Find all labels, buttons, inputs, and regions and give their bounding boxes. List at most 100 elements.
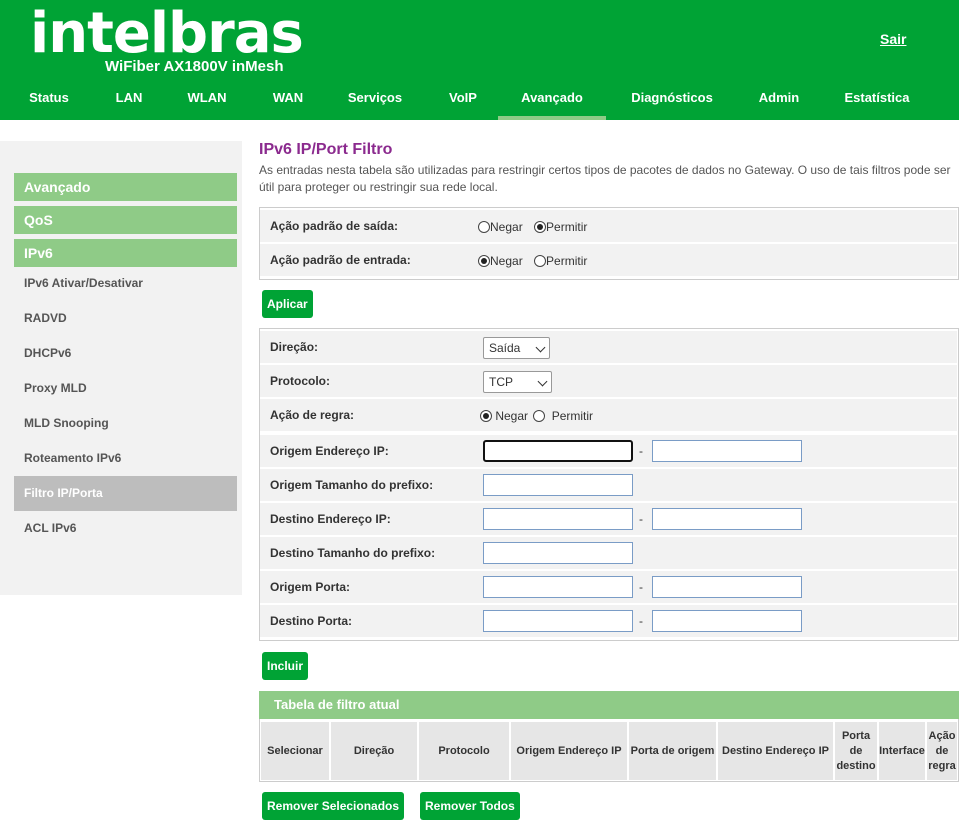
- dst-ip-end-input[interactable]: [652, 508, 802, 530]
- dst-prefix-row: Destino Tamanho do prefixo:: [260, 537, 957, 569]
- dst-ip-row: Destino Endereço IP: -: [260, 503, 957, 535]
- sidebar-group-avancado[interactable]: Avançado: [14, 173, 237, 201]
- apply-button[interactable]: Aplicar: [262, 290, 313, 318]
- sidebar-item-dhcpv6[interactable]: DHCPv6: [14, 336, 237, 371]
- protocol-select-value: TCP: [489, 375, 513, 389]
- src-port-row: Origem Porta: -: [260, 571, 957, 603]
- nav-avancado[interactable]: Avançado: [498, 82, 606, 120]
- nav-wan[interactable]: WAN: [254, 82, 322, 120]
- protocol-select[interactable]: TCP: [483, 371, 552, 393]
- brand-logo: intelbras: [30, 1, 304, 66]
- sidebar: Avançado QoS IPv6 IPv6 Ativar/Desativar …: [0, 141, 242, 595]
- sidebar-item-proxy-mld[interactable]: Proxy MLD: [14, 371, 237, 406]
- range-separator: -: [639, 444, 643, 458]
- incoming-row: Ação padrão de entrada: Negar Permitir: [260, 244, 957, 276]
- src-ip-label: Origem Endereço IP:: [270, 444, 389, 458]
- dst-prefix-input[interactable]: [483, 542, 633, 564]
- incoming-deny-radio[interactable]: [478, 255, 490, 267]
- nav-lan[interactable]: LAN: [98, 82, 160, 120]
- col-protocol: Protocolo: [419, 722, 509, 780]
- dst-port-row: Destino Porta: -: [260, 605, 957, 637]
- sidebar-item-acl-ipv6[interactable]: ACL IPv6: [14, 511, 237, 546]
- outgoing-radio-group: Negar Permitir: [478, 220, 587, 234]
- col-src-ip: Origem Endereço IP: [511, 722, 627, 780]
- chevron-down-icon: [535, 342, 546, 353]
- incoming-label: Ação padrão de entrada:: [270, 253, 411, 267]
- src-port-label: Origem Porta:: [270, 580, 351, 594]
- col-src-port: Porta de origem: [629, 722, 716, 780]
- nav-servicos[interactable]: Serviços: [322, 82, 428, 120]
- nav-voip[interactable]: VoIP: [428, 82, 498, 120]
- protocol-label: Protocolo:: [270, 374, 330, 388]
- remove-all-button[interactable]: Remover Todos: [420, 792, 520, 820]
- rule-allow-radio[interactable]: [533, 410, 546, 422]
- col-interface: Interface: [879, 722, 925, 780]
- outgoing-deny-radio[interactable]: [478, 221, 490, 233]
- sidebar-item-ipv6-enable[interactable]: IPv6 Ativar/Desativar: [14, 266, 237, 301]
- chevron-down-icon: [537, 376, 548, 387]
- dst-ip-label: Destino Endereço IP:: [270, 512, 391, 526]
- src-ip-row: Origem Endereço IP: -: [260, 435, 957, 467]
- nav-diagnosticos[interactable]: Diagnósticos: [606, 82, 738, 120]
- nav-wlan[interactable]: WLAN: [160, 82, 254, 120]
- dst-port-label: Destino Porta:: [270, 614, 353, 628]
- rule-allow-label: Permitir: [551, 409, 594, 423]
- sidebar-item-radvd[interactable]: RADVD: [14, 301, 237, 336]
- sidebar-item-ipv6-routing[interactable]: Roteamento IPv6: [14, 441, 237, 476]
- dst-port-end-input[interactable]: [652, 610, 802, 632]
- rule-form: Direção: Saída Protocolo: TCP Ação de re…: [259, 328, 959, 641]
- outgoing-row: Ação padrão de saída: Negar Permitir: [260, 210, 957, 242]
- dst-prefix-label: Destino Tamanho do prefixo:: [270, 546, 436, 560]
- rule-deny-label: Negar: [495, 409, 529, 423]
- nav-admin[interactable]: Admin: [738, 82, 820, 120]
- range-separator: -: [639, 580, 643, 594]
- incoming-deny-label: Negar: [490, 254, 523, 268]
- logout-link[interactable]: Sair: [880, 31, 906, 47]
- outgoing-label: Ação padrão de saída:: [270, 219, 399, 233]
- sidebar-item-ip-port-filter[interactable]: Filtro IP/Porta: [14, 476, 237, 511]
- dst-port-start-input[interactable]: [483, 610, 633, 632]
- src-prefix-label: Origem Tamanho do prefixo:: [270, 478, 434, 492]
- src-prefix-row: Origem Tamanho do prefixo:: [260, 469, 957, 501]
- sidebar-group-ipv6[interactable]: IPv6: [14, 239, 237, 267]
- direction-select-value: Saída: [489, 341, 521, 355]
- incoming-allow-label: Permitir: [546, 254, 588, 268]
- src-port-end-input[interactable]: [652, 576, 802, 598]
- top-header: intelbras WiFiber AX1800V inMesh Sair St…: [0, 0, 959, 120]
- incoming-radio-group: Negar Permitir: [478, 254, 587, 268]
- outgoing-allow-radio[interactable]: [534, 221, 547, 233]
- src-prefix-input[interactable]: [483, 474, 633, 496]
- default-action-form: Ação padrão de saída: Negar Permitir Açã…: [259, 207, 959, 280]
- rule-action-radio-group: Negar Permitir: [480, 409, 593, 423]
- range-separator: -: [639, 512, 643, 526]
- page-title: IPv6 IP/Port Filtro: [259, 141, 393, 158]
- dst-ip-start-input[interactable]: [483, 508, 633, 530]
- rule-action-label: Ação de regra:: [270, 408, 355, 422]
- filter-table-title: Tabela de filtro atual: [259, 691, 959, 719]
- incoming-allow-radio[interactable]: [534, 255, 547, 267]
- src-ip-end-input[interactable]: [652, 440, 802, 462]
- main-nav: Status LAN WLAN WAN Serviços VoIP Avança…: [0, 82, 959, 120]
- range-separator: -: [639, 614, 643, 628]
- nav-status[interactable]: Status: [0, 82, 98, 120]
- col-rule-action: Ação de regra: [927, 722, 957, 780]
- device-model: WiFiber AX1800V inMesh: [105, 58, 284, 75]
- direction-select[interactable]: Saída: [483, 337, 550, 359]
- direction-label: Direção:: [270, 340, 319, 354]
- sidebar-item-mld-snooping[interactable]: MLD Snooping: [14, 406, 237, 441]
- rule-deny-radio[interactable]: [480, 410, 492, 422]
- protocol-row: Protocolo: TCP: [260, 365, 957, 397]
- nav-estatistica[interactable]: Estatística: [820, 82, 934, 120]
- col-dst-port: Porta de destino: [835, 722, 877, 780]
- outgoing-deny-label: Negar: [490, 220, 523, 234]
- rule-action-row: Ação de regra: Negar Permitir: [260, 399, 957, 431]
- remove-selected-button[interactable]: Remover Selecionados: [262, 792, 405, 820]
- page-description: As entradas nesta tabela são utilizadas …: [259, 163, 951, 194]
- src-ip-start-input[interactable]: [483, 440, 633, 462]
- sidebar-group-qos[interactable]: QoS: [14, 206, 237, 234]
- include-button[interactable]: Incluir: [262, 652, 309, 680]
- direction-row: Direção: Saída: [260, 331, 957, 363]
- src-port-start-input[interactable]: [483, 576, 633, 598]
- col-direction: Direção: [331, 722, 417, 780]
- col-select: Selecionar: [261, 722, 329, 780]
